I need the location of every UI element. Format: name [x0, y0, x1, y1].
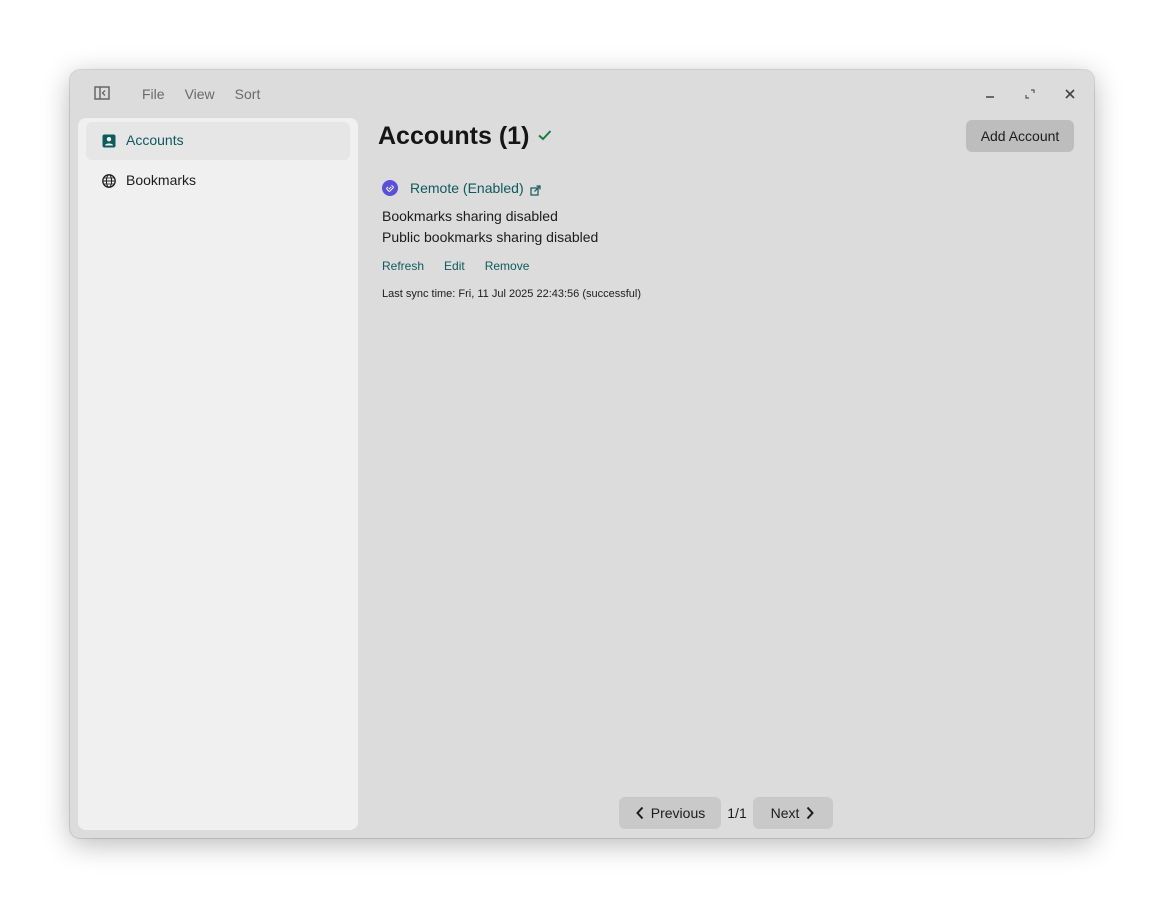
chevron-right-icon: [807, 806, 815, 820]
last-sync-time: Last sync time: Fri, 11 Jul 2025 22:43:5…: [382, 288, 642, 300]
pagination: Previous 1/1 Next: [619, 797, 833, 829]
sidebar-item-label: Accounts: [126, 132, 184, 148]
sidebar-item-accounts[interactable]: Accounts: [86, 122, 350, 160]
title-bar: File View Sort: [70, 70, 1094, 118]
previous-button[interactable]: Previous: [619, 797, 721, 829]
globe-icon: [102, 174, 116, 188]
account-actions: Refresh Edit Remove: [382, 259, 529, 273]
bookmarks-sharing-status: Bookmarks sharing disabled: [382, 208, 558, 224]
refresh-link[interactable]: Refresh: [382, 259, 424, 273]
remove-link[interactable]: Remove: [485, 259, 530, 273]
menu-file[interactable]: File: [132, 84, 175, 104]
account-box-icon: [102, 134, 116, 148]
app-window: File View Sort Accounts Bookmarks Accoun…: [70, 70, 1094, 838]
public-bookmarks-sharing-status: Public bookmarks sharing disabled: [382, 229, 599, 245]
account-name-link[interactable]: Remote (Enabled): [410, 180, 524, 196]
minimize-icon[interactable]: [980, 84, 1000, 104]
next-button[interactable]: Next: [753, 797, 833, 829]
sidebar-toggle-icon[interactable]: [94, 86, 110, 100]
maximize-icon[interactable]: [1020, 84, 1040, 104]
chevron-left-icon: [635, 806, 644, 820]
link-icon: [382, 180, 398, 196]
main-content: Accounts (1) Add Account Remote (Enabled…: [358, 118, 1094, 838]
next-label: Next: [770, 805, 800, 821]
sidebar: Accounts Bookmarks: [78, 118, 358, 830]
add-account-button[interactable]: Add Account: [966, 120, 1074, 152]
page-title: Accounts (1): [378, 122, 530, 150]
menu-bar: File View Sort: [132, 84, 270, 104]
window-controls: [980, 84, 1080, 104]
external-link-icon[interactable]: [530, 183, 541, 196]
edit-link[interactable]: Edit: [444, 259, 465, 273]
menu-view[interactable]: View: [175, 84, 225, 104]
sidebar-item-label: Bookmarks: [126, 172, 197, 188]
menu-sort[interactable]: Sort: [225, 84, 271, 104]
page-indicator: 1/1: [727, 805, 747, 821]
close-icon[interactable]: [1060, 84, 1080, 104]
previous-label: Previous: [650, 805, 706, 821]
sidebar-item-bookmarks[interactable]: Bookmarks: [86, 162, 350, 200]
check-icon: [537, 128, 553, 142]
